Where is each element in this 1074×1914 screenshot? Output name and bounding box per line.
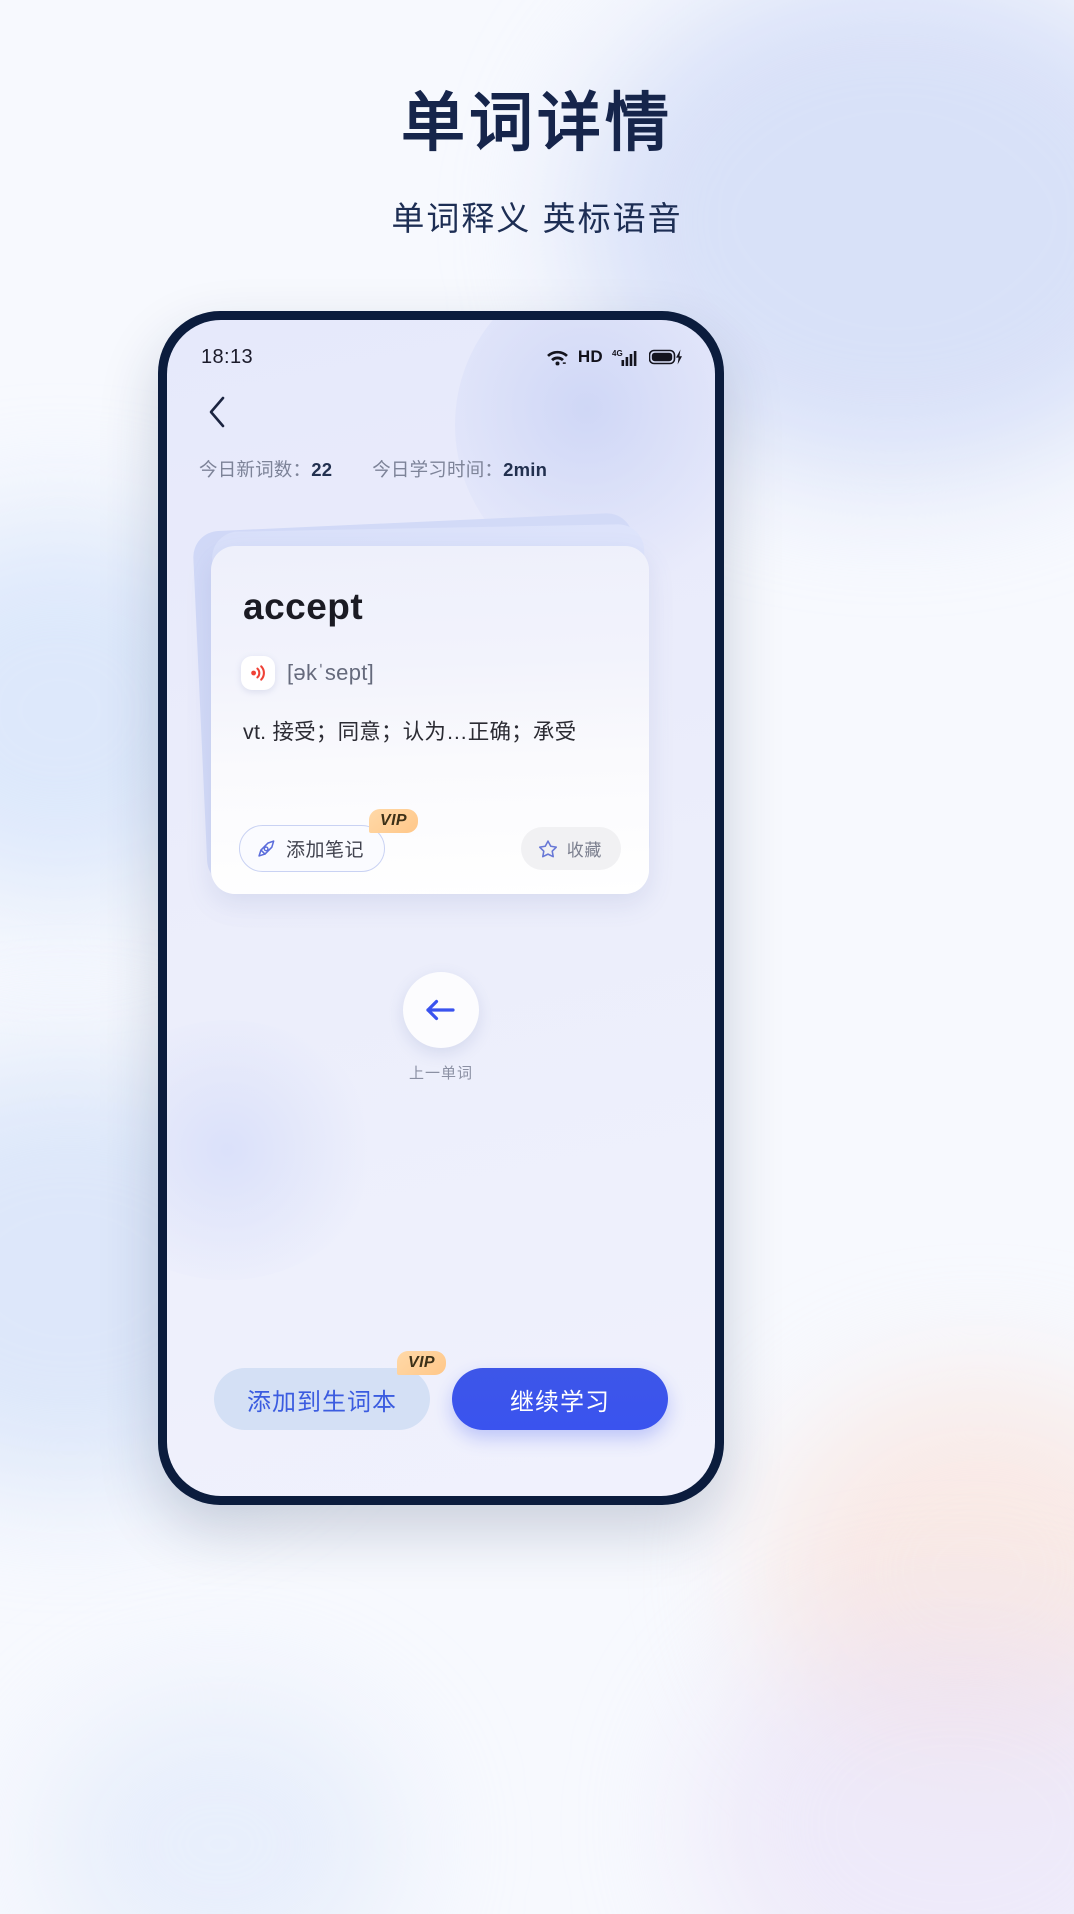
star-icon xyxy=(538,839,557,857)
daily-stats-row: 今日新词数：22 今日学习时间：2min xyxy=(167,450,715,482)
bg-blob-bottom-left xyxy=(40,1694,400,1914)
stat-new-words-label: 今日新词数： xyxy=(199,459,312,480)
speaker-icon[interactable] xyxy=(241,656,275,690)
prev-word-button[interactable] xyxy=(403,972,479,1048)
stat-study-time-value: 2min xyxy=(503,459,548,480)
phonetic-row: [əkˈsept] xyxy=(241,656,621,690)
status-clock: 18:13 xyxy=(201,345,254,368)
svg-text:4G: 4G xyxy=(612,349,623,358)
stat-new-words-value: 22 xyxy=(311,459,333,480)
continue-study-button[interactable]: 继续学习 xyxy=(452,1368,668,1430)
hd-icon: HD xyxy=(577,347,603,366)
page-subtitle: 单词释义 英标语音 xyxy=(391,199,683,237)
stat-new-words: 今日新词数：22 xyxy=(199,456,332,482)
wifi-icon xyxy=(546,350,568,366)
pen-nib-icon xyxy=(258,840,275,857)
app-nav-bar xyxy=(167,380,715,450)
bottom-action-bar: 添加到生词本 VIP 继续学习 xyxy=(167,1351,715,1430)
continue-study-label: 继续学习 xyxy=(510,1388,610,1416)
word-text: accept xyxy=(243,586,364,627)
add-to-wordbook-label: 添加到生词本 xyxy=(247,1388,397,1416)
favorite-button[interactable]: 收藏 xyxy=(520,827,621,870)
battery-charging-icon xyxy=(649,349,682,365)
prev-word-label: 上一单词 xyxy=(408,1065,473,1082)
phonetic-text: [əkˈsept] xyxy=(287,660,375,685)
signal-icon: 4G xyxy=(612,349,637,366)
card-footer-actions: 添加笔记 VIP 收藏 xyxy=(239,809,621,872)
bg-blob-bottom-right xyxy=(694,1614,1074,1914)
word-meaning: vt. 接受；同意；认为…正确；承受 xyxy=(243,720,577,744)
status-icon-group: HD 4G xyxy=(546,347,683,367)
phone-screen: 18:13 HD 4G 今日新词数：22 今日学习时间：2min accept … xyxy=(167,320,715,1496)
phone-mockup: 18:13 HD 4G 今日新词数：22 今日学习时间：2min accept … xyxy=(158,311,724,1505)
vip-badge-note: VIP xyxy=(369,809,419,833)
add-note-button[interactable]: 添加笔记 VIP xyxy=(239,809,419,872)
status-bar: 18:13 HD 4G xyxy=(167,320,715,380)
vip-badge-wordbook: VIP xyxy=(397,1351,446,1375)
back-button[interactable] xyxy=(195,390,239,434)
favorite-label: 收藏 xyxy=(566,841,602,860)
chevron-left-icon xyxy=(209,396,225,428)
word-card-stack: accept [əkˈsept] vt. 接受；同意；认为…正确；承受 添加笔记… xyxy=(167,512,715,952)
add-note-label: 添加笔记 xyxy=(286,840,365,861)
page-title: 单词详情 xyxy=(401,87,673,159)
prev-word-nav: 上一单词 xyxy=(167,972,715,1083)
stat-study-time-label: 今日学习时间： xyxy=(372,459,504,480)
speaker-glyph-icon xyxy=(251,665,265,681)
word-card: accept [əkˈsept] vt. 接受；同意；认为…正确；承受 添加笔记… xyxy=(211,546,649,894)
hero-section: 单词详情 单词释义 英标语音 xyxy=(0,86,1074,240)
stat-study-time: 今日学习时间：2min xyxy=(372,456,547,482)
arrow-left-icon xyxy=(426,999,455,1021)
add-to-wordbook-button[interactable]: 添加到生词本 VIP xyxy=(214,1351,446,1430)
